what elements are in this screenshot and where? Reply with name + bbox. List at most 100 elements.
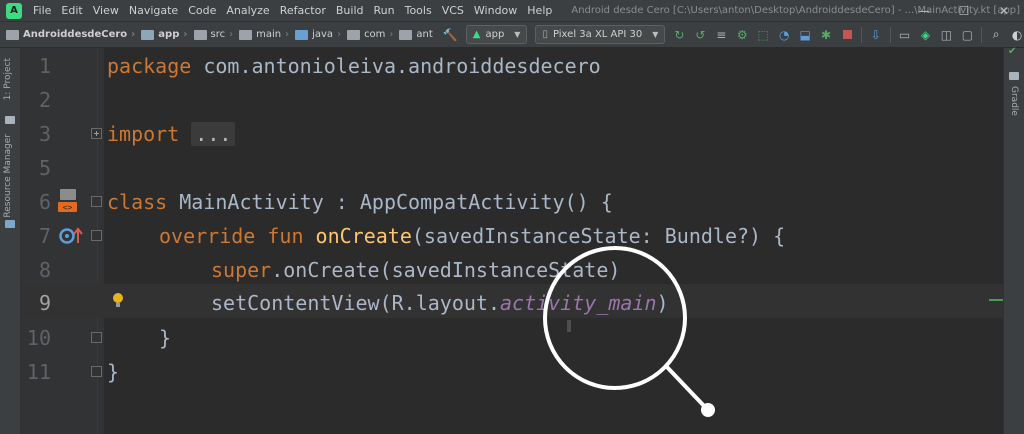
tool-window-project[interactable]: 1: Project: [3, 58, 13, 100]
keyword-token: import: [107, 122, 180, 146]
breadcrumb-com[interactable]: com ›: [341, 29, 393, 40]
menu-refactor[interactable]: Refactor: [275, 4, 331, 17]
keyword-token: super: [211, 258, 272, 282]
line-number-current: 9: [38, 291, 51, 315]
breadcrumb-label: app: [158, 29, 180, 40]
device-label: Pixel 3a XL API 30: [552, 29, 643, 40]
property-token: activity_main: [499, 291, 657, 315]
change-marker: [989, 299, 1003, 301]
breadcrumb-app[interactable]: app ›: [135, 29, 188, 40]
menu-bar: A File Edit View Navigate Code Analyze R…: [0, 0, 1024, 21]
folder-icon: [6, 29, 19, 40]
breadcrumb-ant[interactable]: ant: [393, 29, 433, 40]
toolbar-separator: [889, 26, 891, 43]
code-text: MainActivity : AppCompatActivity() {: [167, 190, 613, 214]
apply-code-changes-icon[interactable]: ↺: [693, 26, 707, 44]
menu-analyze[interactable]: Analyze: [221, 4, 274, 17]
svg-text:<>: <>: [63, 203, 73, 212]
line-number: 10: [26, 326, 51, 350]
navigation-bar: AndroiddesdeCero › app › src › main › ja…: [0, 21, 1024, 48]
menu-tools[interactable]: Tools: [400, 4, 437, 17]
override-method-icon[interactable]: [59, 225, 83, 247]
avd-manager-icon[interactable]: ▭: [898, 26, 912, 44]
maximize-button[interactable]: ☐: [944, 0, 984, 21]
stop-icon[interactable]: [840, 26, 854, 44]
breadcrumb-label: com: [364, 29, 386, 40]
attach-debugger-icon[interactable]: ⬚: [756, 26, 770, 44]
closing-brace: }: [107, 360, 120, 384]
minimize-button[interactable]: —: [904, 0, 944, 21]
sync-gradle-icon[interactable]: ⇩: [869, 26, 883, 44]
device-select[interactable]: ▯ Pixel 3a XL API 30 ▼: [535, 25, 666, 44]
lightbulb-icon[interactable]: [111, 292, 125, 308]
menu-edit[interactable]: Edit: [56, 4, 87, 17]
menu-view[interactable]: View: [88, 4, 124, 17]
settings-icon[interactable]: ◐: [1010, 26, 1024, 44]
code-line-11: }: [107, 360, 119, 384]
folded-imports[interactable]: ...: [191, 122, 236, 146]
fold-collapse-icon[interactable]: [91, 196, 102, 207]
menu-help[interactable]: Help: [522, 4, 557, 17]
search-icon[interactable]: ⌕: [989, 26, 1003, 44]
line-number: 7: [38, 224, 51, 248]
debug-icon[interactable]: ⚙: [735, 26, 749, 44]
hammer-icon[interactable]: 🔨: [443, 26, 458, 44]
keyword-token: package: [107, 54, 192, 78]
coverage-icon[interactable]: ⬓: [798, 26, 812, 44]
closing-brace: }: [159, 326, 172, 350]
close-button[interactable]: ✕: [984, 0, 1024, 21]
fold-collapse-icon[interactable]: [91, 230, 102, 241]
code-line-8: super.onCreate(savedInstanceState): [211, 258, 620, 282]
keyword-token: class: [107, 190, 168, 214]
code-line-3: import ...: [107, 122, 236, 146]
profile-icon[interactable]: ◔: [777, 26, 791, 44]
resource-manager-icon: [5, 220, 15, 228]
code-editor[interactable]: 1 2 3 5 6 7 8 9 10 11 <> package com.ant…: [21, 48, 1003, 434]
breadcrumb-java[interactable]: java ›: [289, 29, 341, 40]
folder-icon: [239, 29, 253, 40]
function-name-token: onCreate: [315, 224, 412, 248]
layout-inspector-icon[interactable]: ◫: [939, 26, 953, 44]
apply-changes-restart-icon[interactable]: ↻: [672, 26, 686, 44]
breadcrumb-project[interactable]: AndroiddesdeCero ›: [0, 29, 135, 40]
sdk-manager-icon[interactable]: ◈: [918, 26, 932, 44]
tool-window-gradle[interactable]: Gradle: [1009, 86, 1019, 116]
chevron-down-icon: ▼: [652, 30, 659, 39]
class-hierarchy-icon[interactable]: <>: [57, 188, 79, 214]
line-number: 3: [38, 122, 51, 146]
menu-run[interactable]: Run: [369, 4, 400, 17]
source-folder-icon: [295, 29, 309, 40]
keyword-token: override fun: [159, 224, 304, 248]
gradle-elephant-icon: [1009, 72, 1019, 80]
toolbar-separator: [861, 26, 862, 43]
code-line-6: class MainActivity : AppCompatActivity()…: [107, 190, 613, 214]
fold-expand-icon[interactable]: [91, 128, 102, 139]
project-folder-icon: [5, 116, 15, 124]
line-number: 2: [38, 88, 51, 112]
fold-end-icon[interactable]: [91, 332, 102, 343]
menu-vcs[interactable]: VCS: [437, 4, 469, 17]
menu-code[interactable]: Code: [183, 4, 221, 17]
run-config-select[interactable]: ▲ app ▼: [465, 25, 528, 44]
bug-icon[interactable]: ✱: [819, 26, 833, 44]
menu-window[interactable]: Window: [469, 4, 522, 17]
breadcrumb-main[interactable]: main ›: [233, 29, 289, 40]
run-icon[interactable]: ≡: [714, 26, 728, 44]
module-folder-icon: [141, 29, 155, 40]
device-manager-icon[interactable]: ▢: [960, 26, 974, 44]
breadcrumb-label: AndroiddesdeCero: [23, 29, 128, 40]
chevron-down-icon: ▼: [514, 30, 521, 39]
android-icon: ▲: [472, 29, 481, 40]
breadcrumb-label: java: [312, 29, 334, 40]
fold-end-icon[interactable]: [91, 366, 102, 377]
code-text: .onCreate(savedInstanceState): [271, 258, 621, 282]
menu-file[interactable]: File: [28, 4, 56, 17]
toolbar-separator: [981, 26, 983, 43]
android-studio-logo-icon: A: [6, 2, 22, 19]
menu-build[interactable]: Build: [331, 4, 369, 17]
menu-navigate[interactable]: Navigate: [124, 4, 183, 17]
tool-window-resource-manager[interactable]: Resource Manager: [3, 134, 13, 218]
line-number: 6: [38, 190, 51, 214]
breadcrumb-src[interactable]: src ›: [188, 29, 233, 40]
breadcrumb-label: src: [210, 29, 226, 40]
